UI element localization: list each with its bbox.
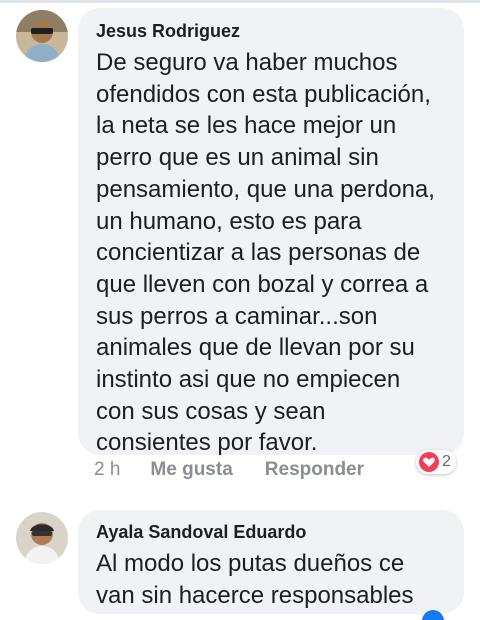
reaction-summary[interactable]: 2 xyxy=(416,450,456,474)
like-button[interactable]: Me gusta xyxy=(150,459,232,481)
profile-photo-icon xyxy=(16,10,68,62)
comment-timestamp[interactable]: 2 h xyxy=(94,459,120,481)
comment-bubble: Jesus Rodriguez De seguro va haber mucho… xyxy=(78,8,464,456)
avatar-ayala-sandoval-eduardo[interactable] xyxy=(16,512,68,564)
reply-button[interactable]: Responder xyxy=(265,459,364,481)
profile-photo-icon xyxy=(16,512,68,564)
comment-author[interactable]: Jesus Rodriguez xyxy=(96,20,446,42)
comments-page: Jesus Rodriguez De seguro va haber mucho… xyxy=(0,0,480,620)
top-divider xyxy=(0,0,480,3)
comment-text: De seguro va haber muchos ofendidos con … xyxy=(96,49,435,457)
reaction-count: 2 xyxy=(442,453,451,470)
comment-author[interactable]: Ayala Sandoval Eduardo xyxy=(96,521,446,543)
avatar-jesus-rodriguez[interactable] xyxy=(16,10,68,62)
comment-text: Al modo los putas dueños ce van sin hace… xyxy=(96,550,414,609)
love-icon xyxy=(419,452,439,472)
comment-bubble: Ayala Sandoval Eduardo Al modo los putas… xyxy=(78,510,464,614)
comment-actions: 2 h Me gusta Responder xyxy=(94,458,364,482)
